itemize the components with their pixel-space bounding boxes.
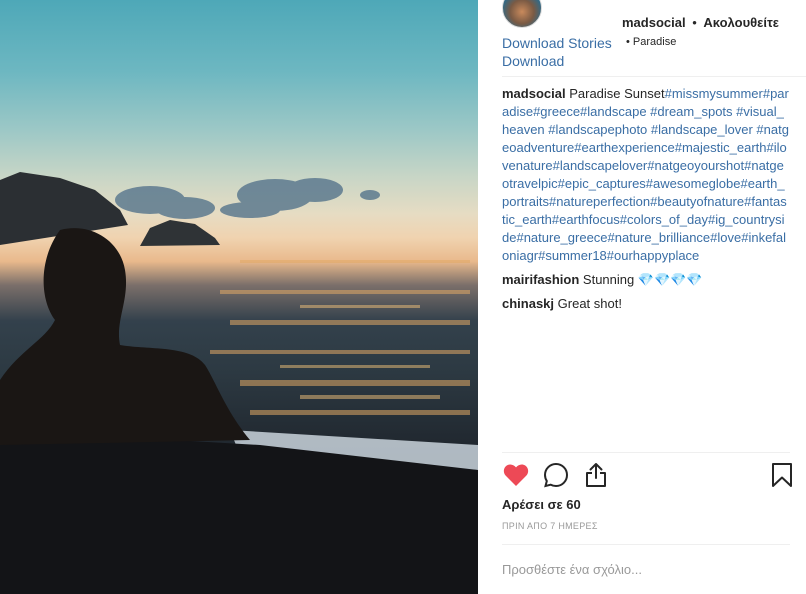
caption-username[interactable]: madsocial (502, 86, 566, 101)
action-bar (502, 461, 792, 489)
caption: madsocial Paradise Sunset#missmysummer#p… (502, 85, 790, 265)
separator-dot: • (692, 15, 697, 30)
download-link[interactable]: Download (502, 53, 564, 69)
username[interactable]: madsocial (622, 15, 686, 30)
photo-scene (0, 172, 478, 594)
bookmark-icon (772, 463, 792, 487)
divider (502, 76, 806, 77)
comment-username[interactable]: chinaskj (502, 296, 554, 311)
like-button[interactable] (502, 461, 530, 489)
post-time[interactable]: ΠΡΙΝ ΑΠΟ 7 ΗΜΕΡΕΣ (502, 521, 598, 531)
post-photo[interactable] (0, 0, 478, 594)
share-button[interactable] (582, 461, 610, 489)
heart-filled-icon (503, 464, 529, 486)
divider (502, 544, 790, 545)
avatar[interactable] (502, 0, 542, 28)
comment-username[interactable]: mairifashion (502, 272, 579, 287)
comment-item: mairifashion Stunning 💎💎💎💎 (502, 271, 790, 289)
user-line: madsocial • Ακολουθείτε (622, 15, 779, 30)
comment-item: chinaskj Great shot! (502, 295, 790, 313)
speech-bubble-icon (543, 462, 569, 488)
comment-text: Stunning (582, 272, 635, 287)
download-stories-link[interactable]: Download Stories (502, 35, 612, 51)
likes-count[interactable]: Αρέσει σε 60 (502, 497, 581, 512)
caption-text: Paradise Sunset (569, 86, 665, 101)
location-link[interactable]: • Paradise (626, 36, 676, 48)
gem-emoji: 💎💎💎💎 (637, 272, 703, 287)
divider (502, 452, 790, 453)
add-comment-input[interactable] (502, 558, 782, 580)
post-header: Download Stories Download madsocial • Ακ… (478, 0, 806, 78)
comment-button[interactable] (542, 461, 570, 489)
follow-status-button[interactable]: Ακολουθείτε (703, 15, 779, 30)
comments-list: madsocial Paradise Sunset#missmysummer#p… (502, 85, 790, 319)
share-upload-icon (586, 463, 606, 487)
comment-text: Great shot! (557, 296, 622, 311)
caption-hashtags[interactable]: #missmysummer#paradise#greece#landscape … (502, 86, 789, 263)
post-panel: Download Stories Download madsocial • Ακ… (478, 0, 806, 594)
save-button[interactable] (768, 461, 796, 489)
